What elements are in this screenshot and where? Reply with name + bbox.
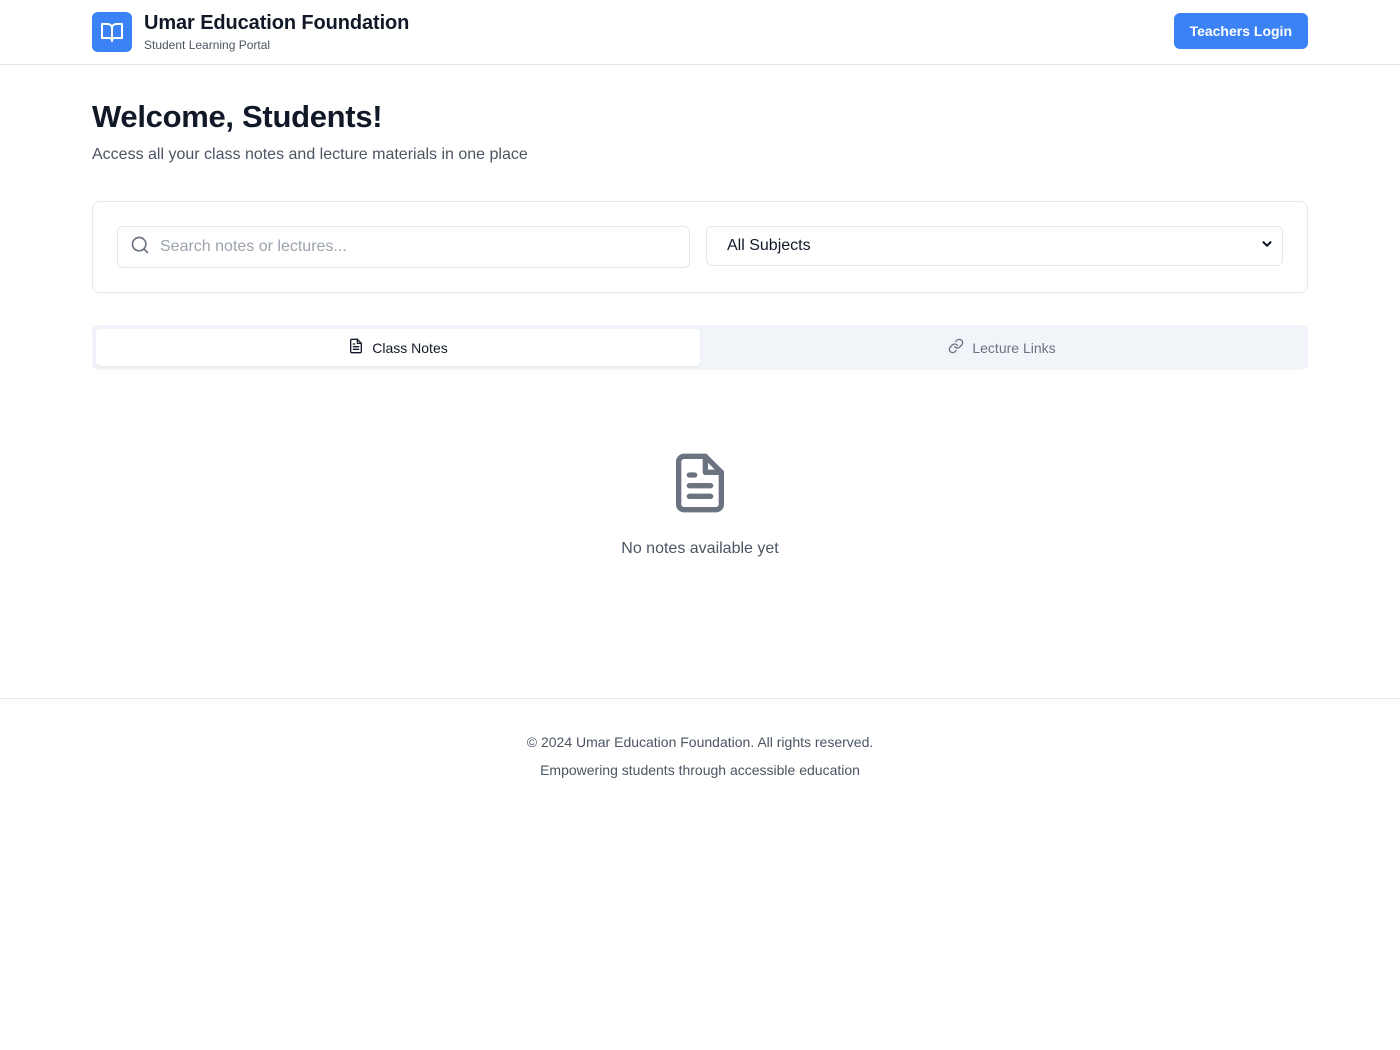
chevron-down-icon: [1260, 237, 1274, 256]
search-input[interactable]: [160, 238, 677, 256]
page-title: Welcome, Students!: [92, 99, 383, 134]
main-content: Welcome, Students! Access all your class…: [0, 99, 1400, 698]
footer-tagline: Empowering students through accessible e…: [540, 762, 860, 778]
file-text-icon: [668, 451, 732, 520]
site-subtitle: Student Learning Portal: [144, 38, 271, 52]
empty-state: No notes available yet: [92, 370, 1308, 698]
subject-select[interactable]: All Subjects: [706, 226, 1283, 266]
brand[interactable]: Umar Education Foundation Student Learni…: [92, 11, 409, 53]
file-text-icon: [348, 338, 364, 357]
site-title: Umar Education Foundation: [144, 12, 410, 34]
brand-text: Umar Education Foundation Student Learni…: [144, 11, 409, 53]
tab-label: Class Notes: [372, 339, 448, 356]
tab-class-notes[interactable]: Class Notes: [96, 329, 700, 366]
site-footer: © 2024 Umar Education Foundation. All ri…: [0, 698, 1400, 780]
site-header: Umar Education Foundation Student Learni…: [0, 0, 1400, 65]
subject-select-value: All Subjects: [727, 237, 811, 254]
search-icon: [130, 235, 150, 260]
copyright-text: © 2024 Umar Education Foundation. All ri…: [526, 734, 874, 750]
empty-message: No notes available yet: [621, 540, 779, 557]
content-tabs: Class Notes Lecture Links: [92, 325, 1308, 370]
page-subtitle: Access all your class notes and lecture …: [92, 146, 528, 163]
tab-lecture-links[interactable]: Lecture Links: [700, 329, 1304, 366]
tab-label: Lecture Links: [972, 339, 1056, 356]
filter-card: All Subjects: [92, 201, 1308, 293]
search-box[interactable]: [117, 226, 690, 268]
link-icon: [948, 338, 964, 357]
teachers-login-button[interactable]: Teachers Login: [1173, 13, 1308, 49]
book-open-icon: [92, 12, 132, 52]
